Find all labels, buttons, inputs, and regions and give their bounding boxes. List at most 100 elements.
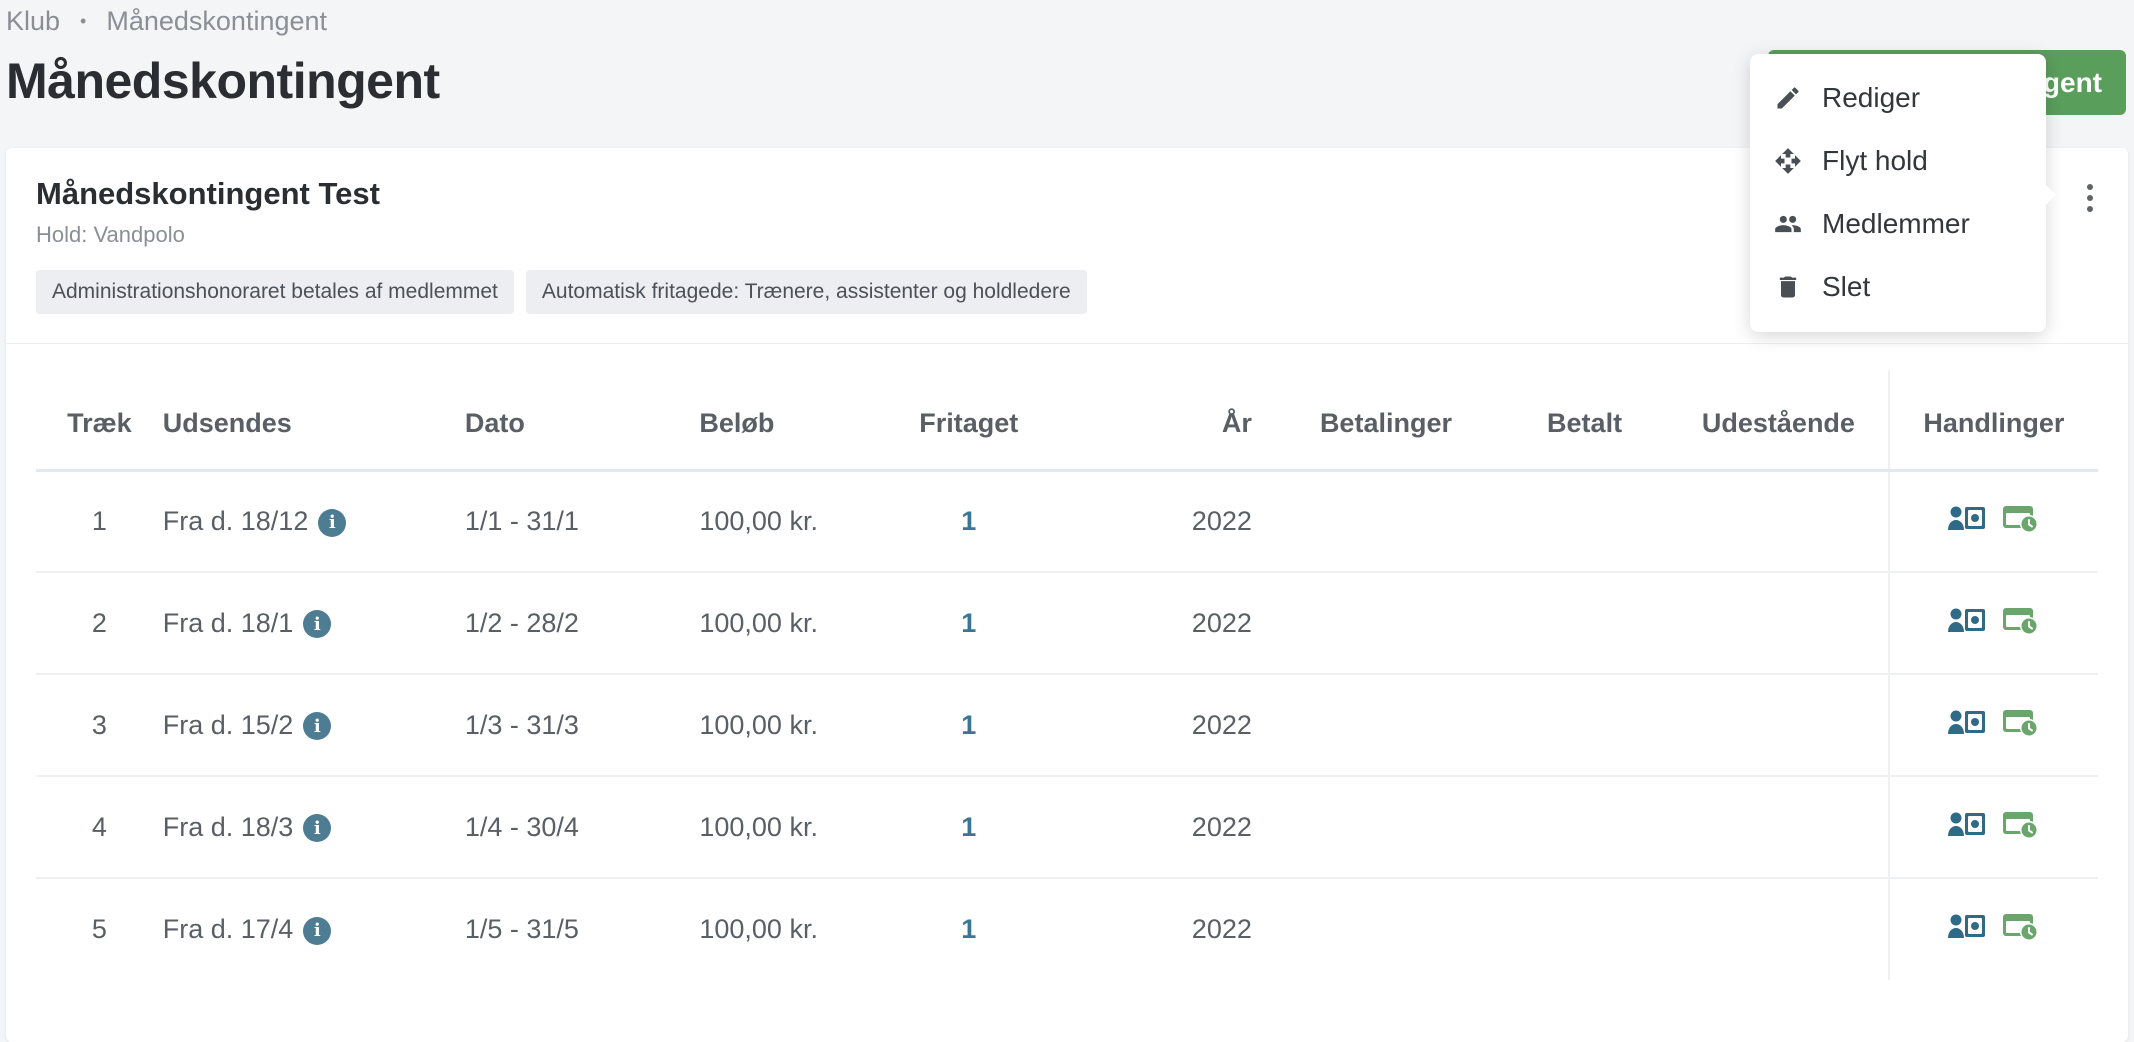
cell-dato: 1/4 - 30/4	[464, 776, 700, 879]
scheduled-payment-icon[interactable]	[2002, 910, 2040, 942]
cell-betalinger	[1271, 674, 1501, 777]
cell-fritaget: 1	[900, 470, 1038, 573]
breadcrumb: Klub • Månedskontingent	[6, 6, 327, 37]
cell-beloeb-text: 100,00 kr.	[699, 709, 818, 740]
scheduled-payment-icon[interactable]	[2002, 706, 2040, 738]
installments-table: Træk Udsendes Dato Beløb Fritaget År Bet…	[36, 370, 2098, 980]
menu-item-flyt-hold[interactable]: Flyt hold	[1750, 129, 2046, 192]
cell-udestaaende	[1669, 776, 1889, 879]
header-aar[interactable]: År	[1037, 370, 1272, 472]
cell-udestaaende	[1669, 470, 1889, 573]
menu-item-label: Rediger	[1822, 81, 1921, 113]
cell-handlinger	[1887, 776, 2098, 879]
cell-aar: 2022	[1037, 674, 1272, 777]
cell-aar: 2022	[1037, 878, 1272, 980]
header-betalinger[interactable]: Betalinger	[1271, 370, 1501, 472]
scheduled-payment-icon[interactable]	[2002, 604, 2040, 636]
cell-betalinger	[1272, 878, 1500, 980]
cell-handlinger	[1887, 674, 2098, 777]
member-payment-icon[interactable]	[1947, 808, 1986, 840]
header-betalt[interactable]: Betalt	[1500, 370, 1670, 472]
cell-udestaaende	[1669, 878, 1889, 980]
cell-betalinger	[1271, 776, 1501, 879]
page-title: Månedskontingent	[6, 53, 440, 109]
cell-betalt	[1500, 878, 1669, 980]
menu-item-slet[interactable]: Slet	[1750, 255, 2046, 318]
breadcrumb-separator: •	[80, 11, 87, 31]
more-options-icon[interactable]	[2078, 178, 2102, 218]
cell-beloeb-text: 100,00 kr.	[699, 607, 818, 638]
cell-fritaget-text[interactable]: 1	[961, 812, 976, 842]
pencil-icon	[1777, 86, 1799, 108]
cell-dato: 1/3 - 31/3	[464, 674, 700, 777]
menu-item-label: Medlemmer	[1822, 207, 1970, 239]
cell-udsendes-text: Fra d. 18/3	[162, 811, 294, 842]
header-udestaaende[interactable]: Udestående	[1669, 370, 1889, 472]
member-payment-icon[interactable]	[1947, 706, 1986, 738]
cell-udestaaende	[1669, 674, 1889, 777]
tag-auto-exempt: Automatisk fritagede: Trænere, assistent…	[525, 270, 1087, 314]
cell-beloeb-text: 100,00 kr.	[699, 505, 818, 536]
menu-item-rediger[interactable]: Rediger	[1750, 66, 2046, 129]
cell-beloeb: 100,00 kr.	[699, 674, 901, 777]
cell-beloeb-text: 100,00 kr.	[699, 914, 818, 944]
cell-dato-text: 1/1 - 31/1	[464, 505, 579, 536]
cell-dato: 1/2 - 28/2	[464, 572, 700, 675]
cell-aar: 2022	[1037, 470, 1272, 573]
cell-beloeb-text: 100,00 kr.	[699, 811, 818, 842]
cell-udsendes: Fra d. 15/2 i	[162, 674, 465, 777]
menu-item-label: Flyt hold	[1822, 144, 1928, 176]
header-udsendes[interactable]: Udsendes	[162, 370, 465, 472]
breadcrumb-item-current: Månedskontingent	[106, 6, 328, 36]
table-row: 3 Fra d. 15/2 i 1/3 - 31/3 100,00 kr. 1 2022	[36, 674, 2098, 777]
header-fritaget[interactable]: Fritaget	[900, 370, 1038, 472]
header-handlinger: Handlinger	[1887, 370, 2098, 472]
cell-traek-text: 3	[91, 709, 107, 740]
header-beloeb[interactable]: Beløb	[699, 370, 901, 472]
move-icon	[1775, 147, 1801, 174]
cell-betalt	[1500, 776, 1670, 879]
cell-dato-text: 1/4 - 30/4	[464, 811, 579, 842]
cell-aar-text: 2022	[1191, 709, 1252, 740]
cell-udsendes: Fra d. 17/4 i	[163, 878, 465, 980]
member-payment-icon[interactable]	[1947, 604, 1986, 636]
info-icon[interactable]: i	[303, 814, 332, 843]
info-icon[interactable]: i	[303, 712, 332, 741]
cell-aar-text: 2022	[1191, 505, 1252, 536]
cell-beloeb: 100,00 kr.	[699, 878, 900, 980]
scheduled-payment-icon[interactable]	[2002, 502, 2040, 534]
cell-traek: 4	[36, 776, 163, 879]
menu-item-label: Slet	[1822, 270, 1871, 302]
cell-betalinger	[1271, 572, 1501, 675]
cell-traek: 3	[36, 674, 163, 777]
cell-traek-text: 1	[91, 505, 107, 536]
cell-aar-text: 2022	[1191, 914, 1252, 944]
cell-udsendes-text: Fra d. 17/4	[162, 914, 294, 944]
cell-fritaget: 1	[900, 674, 1038, 777]
cell-beloeb: 100,00 kr.	[699, 470, 901, 573]
table-row: 1 Fra d. 18/12 i 1/1 - 31/1 100,00 kr. 1 2022	[36, 470, 2098, 573]
header-dato[interactable]: Dato	[464, 370, 700, 472]
member-payment-icon[interactable]	[1947, 910, 1986, 942]
cell-dato-text: 1/2 - 28/2	[464, 607, 579, 638]
cell-fritaget-text[interactable]: 1	[961, 608, 976, 638]
info-icon[interactable]: i	[303, 916, 332, 945]
breadcrumb-item-klub[interactable]: Klub	[6, 6, 60, 37]
cell-aar-text: 2022	[1191, 811, 1252, 842]
info-icon[interactable]: i	[318, 508, 347, 537]
cell-fritaget-text[interactable]: 1	[961, 710, 976, 740]
info-icon[interactable]: i	[303, 610, 332, 639]
card-options-menu: Rediger Flyt hold Medlemmer Slet	[1750, 54, 2056, 332]
menu-item-medlemmer[interactable]: Medlemmer	[1750, 192, 2046, 255]
cell-udsendes: Fra d. 18/1 i	[162, 572, 465, 675]
cell-fritaget-text[interactable]: 1	[961, 506, 976, 536]
header-traek[interactable]: Træk	[36, 370, 163, 472]
cell-traek: 1	[36, 470, 163, 573]
member-payment-icon[interactable]	[1947, 502, 1986, 534]
cell-traek-text: 4	[91, 811, 107, 842]
cell-dato-text: 1/3 - 31/3	[464, 709, 579, 740]
cell-fritaget-text[interactable]: 1	[961, 914, 976, 944]
cell-udsendes: Fra d. 18/12 i	[162, 470, 465, 573]
scheduled-payment-icon[interactable]	[2002, 808, 2040, 840]
cell-handlinger	[1887, 878, 2098, 980]
